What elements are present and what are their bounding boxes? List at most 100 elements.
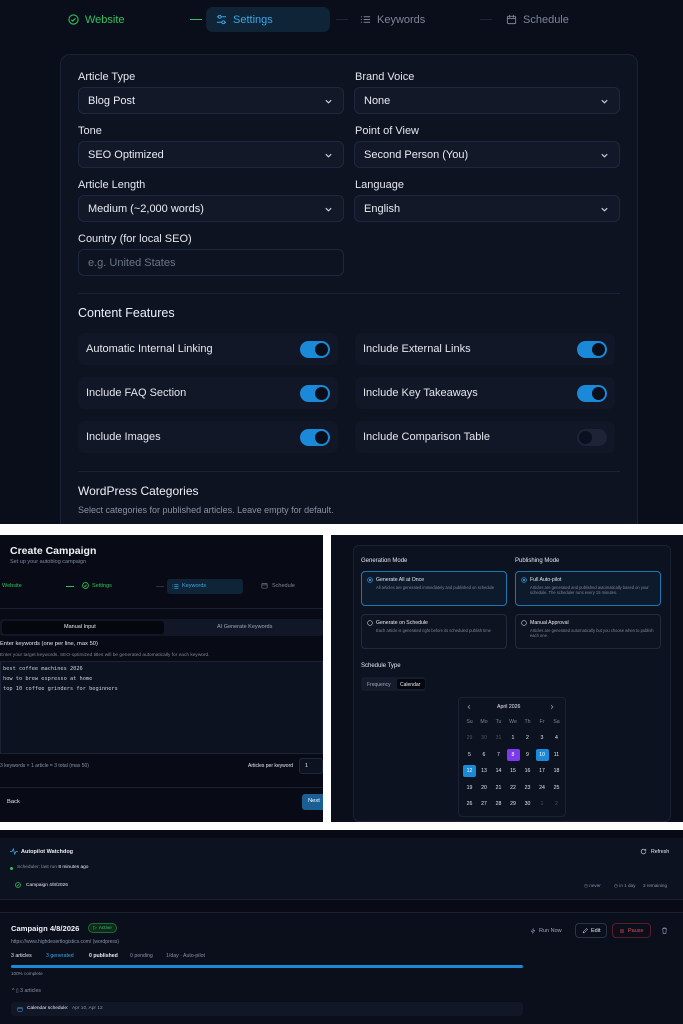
gen-on-schedule-option[interactable]: Generate on Schedule Each article is gen… [361,614,507,649]
calendar-day[interactable]: 7 [492,749,505,761]
step-label: Schedule [523,13,569,26]
feature-comparison-table[interactable]: Include Comparison Table [355,421,615,453]
calendar-day[interactable]: 13 [478,765,491,777]
calendar-day[interactable]: 9 [521,749,534,761]
field-label: Article Length [78,179,146,191]
edit-button[interactable]: Edit [575,923,608,938]
radio-checked-icon [367,577,373,583]
calendar-day[interactable]: 12 [463,765,476,777]
run-now-button[interactable]: Run Now [524,923,568,938]
back-button[interactable]: Back [7,799,20,805]
pub-manual-approval-option[interactable]: Manual Approval Articles are generated a… [515,614,661,649]
calendar-day[interactable]: 23 [521,782,534,794]
calendar-day[interactable]: 20 [478,782,491,794]
calendar-day[interactable]: 27 [478,798,491,810]
calendar-day[interactable]: 19 [463,782,476,794]
pause-button[interactable]: Pause [612,923,651,938]
gen-all-at-once-option[interactable]: Generate All at Once All articles are ge… [361,571,507,606]
calendar-day[interactable]: 15 [507,765,520,777]
calendar-schedule-label: Calendar schedule: [27,1006,69,1011]
country-input[interactable]: e.g. United States [78,249,344,276]
feature-external-links[interactable]: Include External Links [355,333,615,365]
refresh-button[interactable]: Refresh [651,849,669,855]
articles-per-keyword-input[interactable]: 1 [299,758,323,774]
keywords-textarea[interactable]: best coffee machines 2026 how to brew es… [0,661,323,754]
toggle-switch[interactable] [300,385,330,402]
calendar-day[interactable]: 26 [463,798,476,810]
calendar-day[interactable]: 14 [492,765,505,777]
sliders-icon [216,14,227,25]
calendar-day[interactable]: 18 [550,765,563,777]
calendar-day[interactable]: 11 [550,749,563,761]
toggle-switch[interactable] [300,341,330,358]
article-length-select[interactable]: Medium (~2,000 words) [78,195,344,222]
field-label: Article Type [78,71,136,83]
toggle-switch[interactable] [577,429,607,446]
stat-published: 0 published [89,953,118,959]
tab-frequency[interactable]: Frequency [367,682,391,688]
button-label: Pause [628,927,644,934]
calendar-day[interactable]: 4 [550,732,563,744]
toggle-switch[interactable] [577,385,607,402]
feature-key-takeaways[interactable]: Include Key Takeaways [355,377,615,409]
calendar-day[interactable]: 31 [492,732,505,744]
calendar-day[interactable]: 28 [492,798,505,810]
feature-internal-linking[interactable]: Automatic Internal Linking [78,333,338,365]
watchdog-last: ◷ never [584,883,601,888]
feature-images[interactable]: Include Images [78,421,338,453]
chevron-right-icon[interactable] [549,704,555,710]
weekday-label: Sa [553,719,560,725]
calendar-day[interactable]: 8 [506,748,520,761]
tab-manual-input: Manual Input [64,624,96,630]
step-settings[interactable]: Settings [92,583,112,589]
next-button[interactable]: Next [302,794,323,810]
toggle-switch[interactable] [577,341,607,358]
articles-toggle[interactable]: ^ ▯ 3 articles [12,988,41,994]
calendar-day[interactable]: 30 [521,798,534,810]
calendar-day[interactable]: 22 [507,782,520,794]
step-keywords[interactable]: Keywords [350,7,435,32]
calendar-day[interactable]: 5 [463,749,476,761]
calendar-day[interactable]: 17 [536,765,549,777]
tab-ai-generate[interactable]: AI Generate Keywords [217,624,272,630]
calendar-day[interactable]: 29 [463,732,476,744]
calendar-day[interactable]: 16 [521,765,534,777]
calendar-day[interactable]: 21 [492,782,505,794]
calendar-day[interactable]: 1 [507,732,520,744]
brand-voice-select[interactable]: None [354,87,620,114]
language-select[interactable]: English [354,195,620,222]
feature-label: Include External Links [363,343,471,355]
step-schedule[interactable]: Schedule [496,7,579,32]
chevron-left-icon[interactable] [466,704,472,710]
calendar-day[interactable]: 10 [535,748,549,761]
calendar-day[interactable]: 6 [478,749,491,761]
step-website[interactable]: Website [58,7,135,32]
calendar-day[interactable]: 1 [536,798,549,810]
refresh-icon[interactable] [640,848,647,855]
step-website[interactable]: Website [2,583,22,589]
weekday-label: Tu [495,719,502,725]
check-circle-icon [68,14,79,25]
calendar-day[interactable]: 2 [550,798,563,810]
point-of-view-select[interactable]: Second Person (You) [354,141,620,168]
calendar-day[interactable]: 25 [550,782,563,794]
calendar-day[interactable]: 30 [478,732,491,744]
step-connector [156,586,164,587]
calendar-day[interactable]: 3 [536,732,549,744]
step-schedule[interactable]: Schedule [272,583,295,589]
status-dot [10,867,13,870]
calendar-day[interactable]: 2 [521,732,534,744]
pub-auto-pilot-option[interactable]: Full Auto-pilot Articles are generated a… [515,571,661,606]
calendar-day[interactable]: 29 [507,798,520,810]
feature-label: Automatic Internal Linking [86,343,213,355]
step-settings[interactable]: Settings [206,7,330,32]
article-type-select[interactable]: Blog Post [78,87,344,114]
trash-icon[interactable] [661,927,668,934]
tone-select[interactable]: SEO Optimized [78,141,344,168]
calendar-icon [261,583,268,589]
publishing-mode-title: Publishing Mode [515,558,560,564]
keyword-count: 3 keywords × 1 article = 3 total (max 50… [0,763,89,769]
calendar-day[interactable]: 24 [536,782,549,794]
feature-faq[interactable]: Include FAQ Section [78,377,338,409]
toggle-switch[interactable] [300,429,330,446]
